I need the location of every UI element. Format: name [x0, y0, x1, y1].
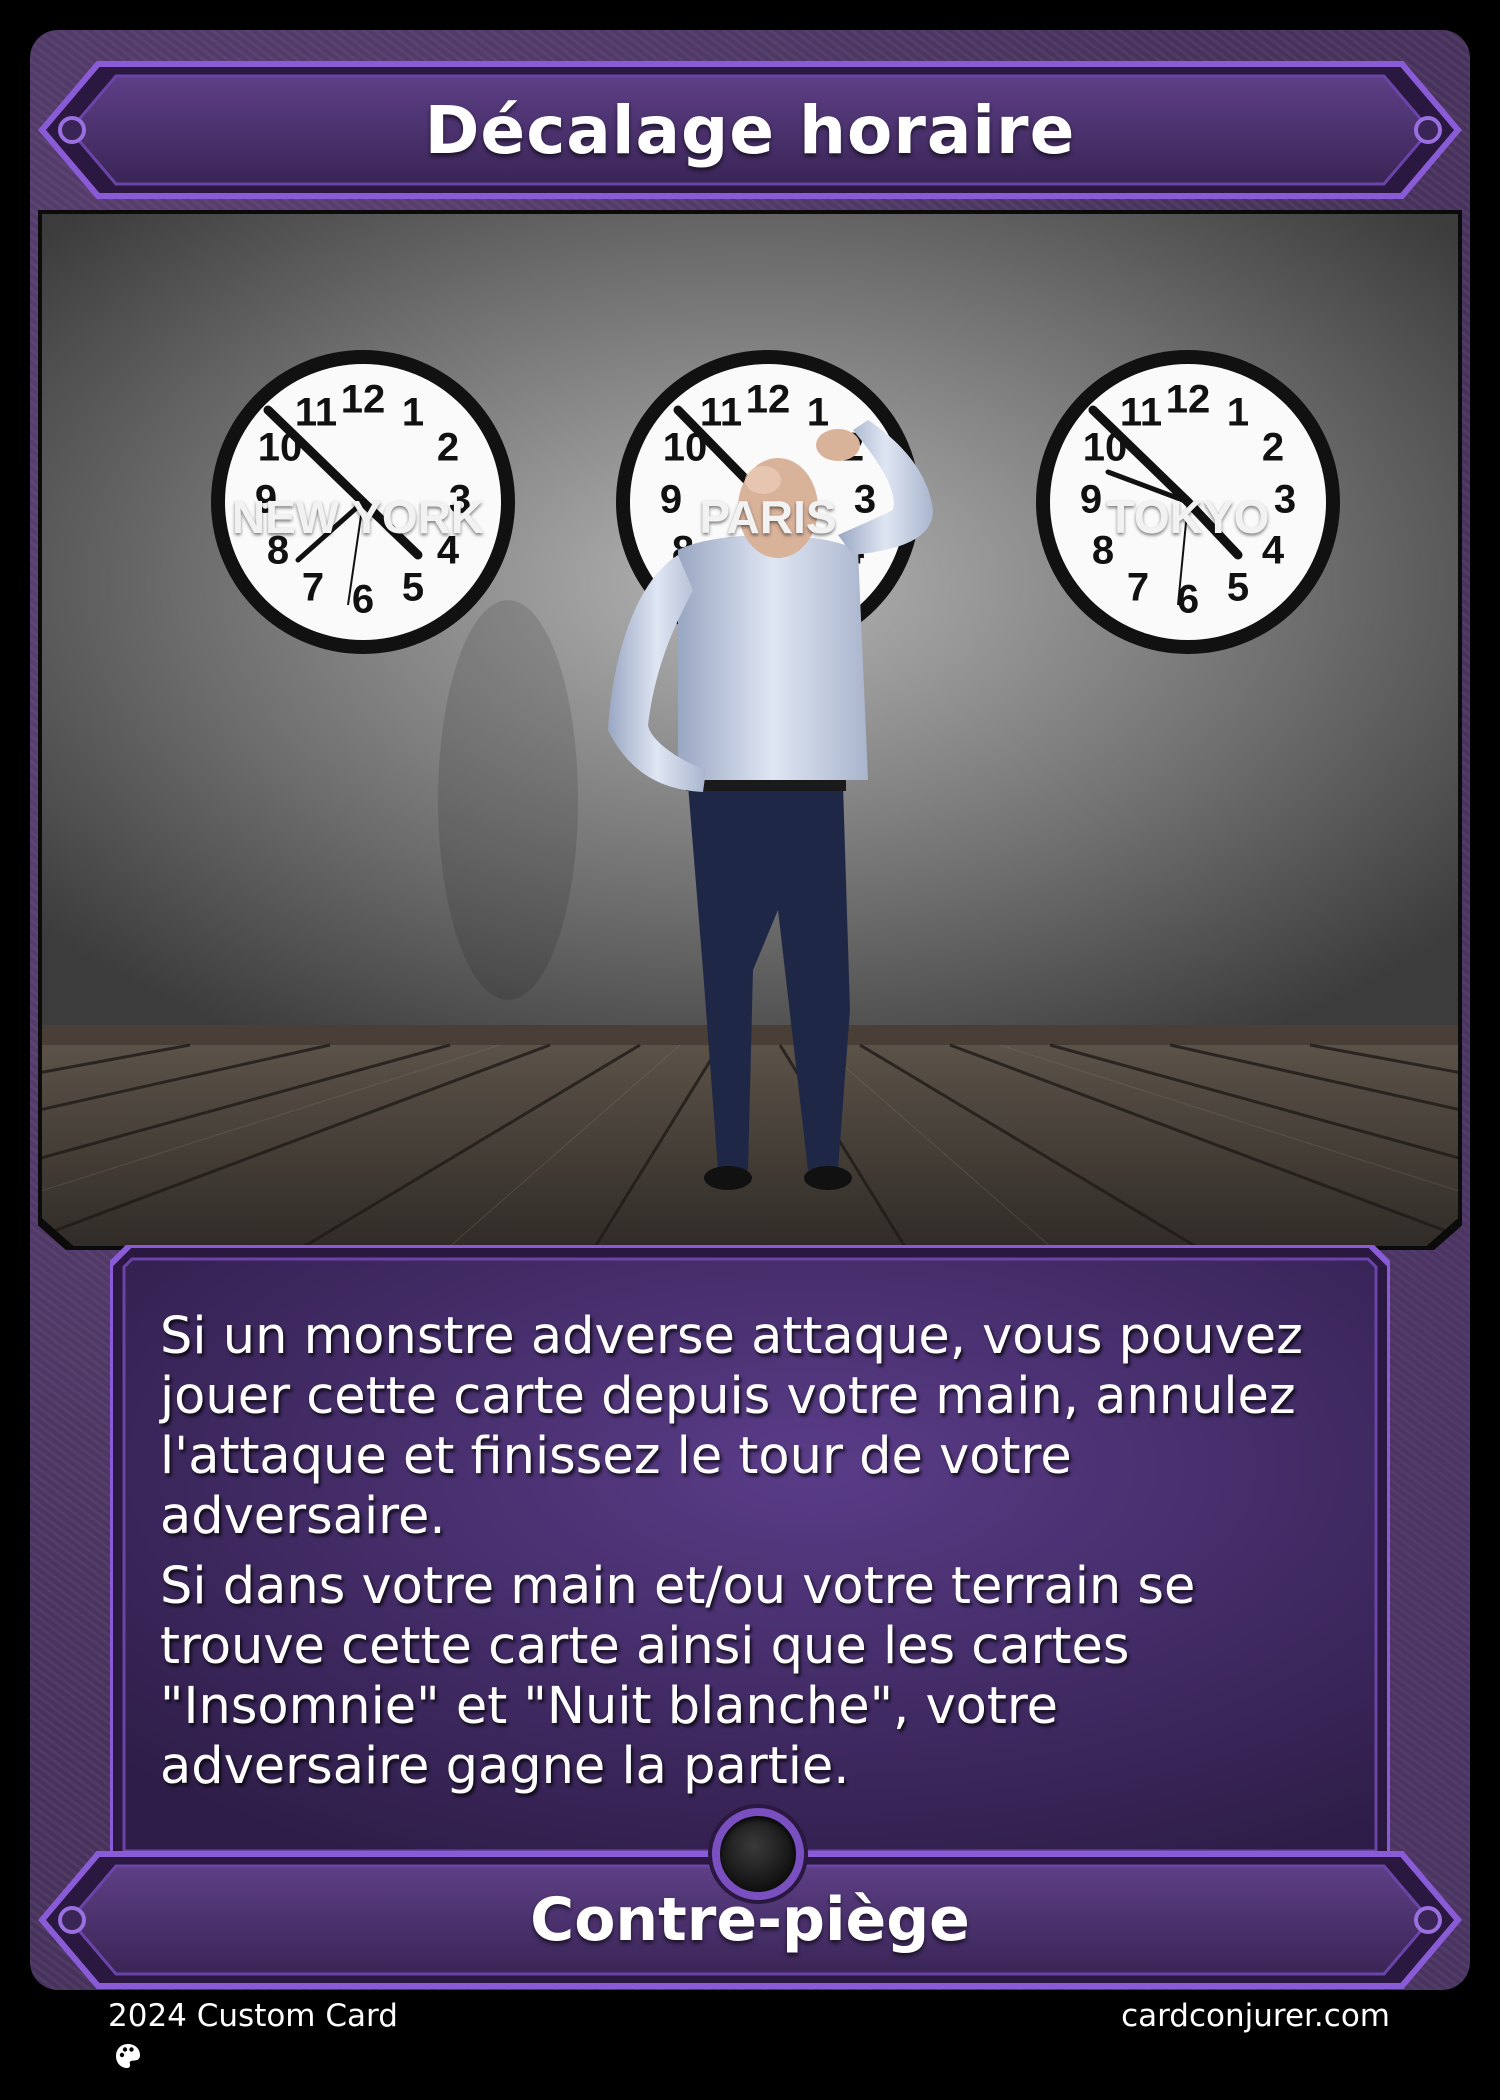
footer-copyright: 2024 Custom Card — [108, 1998, 398, 2034]
title-bar: Décalage horaire — [38, 58, 1462, 202]
rules-paragraph-1: Si un monstre adverse attaque, vous pouv… — [160, 1307, 1303, 1546]
clock-label-new-york: NEW YORK — [231, 491, 485, 543]
svg-text:7: 7 — [302, 566, 324, 610]
svg-text:12: 12 — [1166, 378, 1211, 422]
svg-text:11: 11 — [1120, 391, 1162, 435]
rules-text: Si un monstre adverse attaque, vous pouv… — [160, 1307, 1340, 1807]
svg-text:2: 2 — [437, 426, 459, 470]
svg-text:5: 5 — [402, 566, 424, 610]
svg-text:6: 6 — [352, 578, 374, 622]
card-title: Décalage horaire — [424, 91, 1076, 169]
palette-icon — [116, 2044, 140, 2068]
card: 121234567891011 1212345891011 — [0, 0, 1500, 2100]
svg-text:1: 1 — [1227, 391, 1249, 435]
svg-text:7: 7 — [1127, 566, 1149, 610]
rules-box: Si un monstre adverse attaque, vous pouv… — [110, 1245, 1390, 1865]
svg-text:12: 12 — [746, 378, 791, 422]
svg-text:11: 11 — [295, 391, 337, 435]
art-illustration: 121234567891011 1212345891011 — [38, 210, 1462, 1250]
clock-label-paris: PARIS — [699, 491, 837, 543]
card-art: 121234567891011 1212345891011 — [38, 210, 1462, 1250]
svg-text:5: 5 — [1227, 566, 1249, 610]
center-gem — [712, 1808, 804, 1900]
svg-text:2: 2 — [1262, 426, 1284, 470]
rules-paragraph-2: Si dans votre main et/ou votre terrain s… — [160, 1557, 1196, 1796]
svg-text:11: 11 — [700, 391, 742, 435]
svg-text:12: 12 — [341, 378, 386, 422]
clock-label-tokyo: TOKYO — [1106, 491, 1270, 543]
svg-text:1: 1 — [807, 391, 829, 435]
footer-site: cardconjurer.com — [1121, 1998, 1390, 2034]
svg-text:1: 1 — [402, 391, 424, 435]
